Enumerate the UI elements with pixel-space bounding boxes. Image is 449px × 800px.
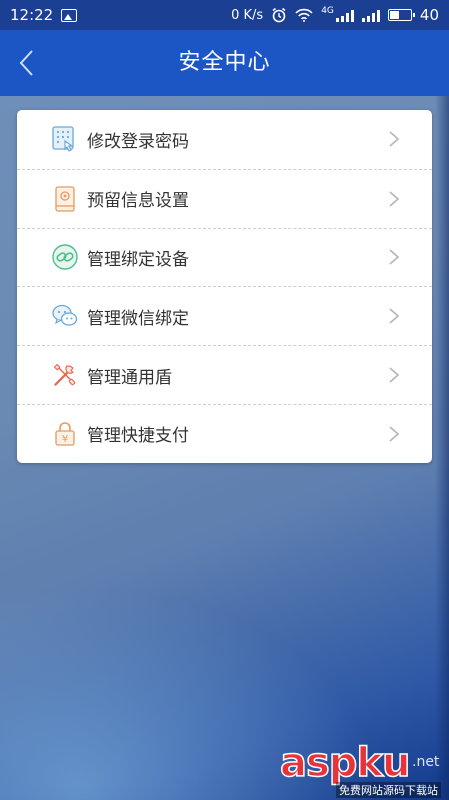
chevron-right-icon bbox=[389, 308, 400, 324]
watermark-subtitle: 免费网站源码下载站 bbox=[336, 782, 441, 798]
tools-icon bbox=[51, 361, 79, 389]
status-time: 12:22 bbox=[10, 6, 54, 24]
battery-level bbox=[389, 11, 399, 19]
menu-item-label: 管理绑定设备 bbox=[87, 249, 189, 270]
watermark-logo: aspku bbox=[279, 739, 411, 787]
menu-item-general-shield[interactable]: 管理通用盾 bbox=[17, 345, 432, 404]
signal-icon bbox=[335, 9, 354, 22]
network-type: 4G bbox=[321, 6, 334, 16]
status-left: 12:22 bbox=[10, 6, 78, 24]
chevron-right-icon bbox=[389, 191, 400, 207]
signal-icon-2 bbox=[361, 9, 380, 22]
lock-yuan-icon: ¥ bbox=[51, 420, 79, 448]
image-icon bbox=[61, 8, 78, 22]
screen: 12:22 0 K/s 4G 40 安全中心 修改登录密码 预留信息设置 管理绑… bbox=[0, 0, 449, 800]
chevron-right-icon bbox=[389, 367, 400, 383]
battery-icon bbox=[387, 9, 415, 21]
menu-item-wechat-binding[interactable]: 管理微信绑定 bbox=[17, 286, 432, 345]
background-edge bbox=[435, 96, 449, 800]
watermark-suffix: .net bbox=[412, 754, 440, 770]
watermark: aspku .net 免费网站源码下载站 bbox=[272, 739, 449, 800]
wifi-icon bbox=[295, 8, 313, 22]
chevron-right-icon bbox=[389, 426, 400, 442]
page-title: 安全中心 bbox=[178, 50, 271, 75]
security-menu: 修改登录密码 预留信息设置 管理绑定设备 管理微信绑定 管理通用盾 ¥ 管理快捷… bbox=[17, 110, 432, 463]
chevron-right-icon bbox=[389, 249, 400, 266]
status-right: 0 K/s 4G 40 bbox=[231, 6, 439, 24]
title-bar: 安全中心 bbox=[0, 30, 449, 96]
battery-percent: 40 bbox=[419, 6, 439, 24]
chevron-right-icon bbox=[389, 131, 400, 148]
phone-gear-icon bbox=[51, 185, 79, 213]
link-icon bbox=[51, 243, 79, 271]
keypad-icon bbox=[51, 125, 79, 153]
menu-item-label: 管理快捷支付 bbox=[87, 426, 189, 447]
svg-text:¥: ¥ bbox=[62, 434, 68, 445]
menu-item-change-password[interactable]: 修改登录密码 bbox=[17, 110, 432, 169]
alarm-icon bbox=[272, 7, 286, 23]
net-speed: 0 K/s bbox=[231, 7, 264, 23]
wechat-icon bbox=[51, 302, 79, 330]
menu-item-quick-pay[interactable]: ¥ 管理快捷支付 bbox=[17, 403, 432, 463]
status-bar: 12:22 0 K/s 4G 40 bbox=[0, 0, 449, 30]
menu-item-label: 修改登录密码 bbox=[87, 131, 189, 152]
menu-item-label: 管理微信绑定 bbox=[87, 308, 189, 329]
menu-item-bound-devices[interactable]: 管理绑定设备 bbox=[17, 227, 432, 287]
menu-item-label: 预留信息设置 bbox=[87, 191, 189, 212]
menu-item-label: 管理通用盾 bbox=[87, 367, 172, 388]
menu-item-reserved-info[interactable]: 预留信息设置 bbox=[17, 168, 432, 228]
